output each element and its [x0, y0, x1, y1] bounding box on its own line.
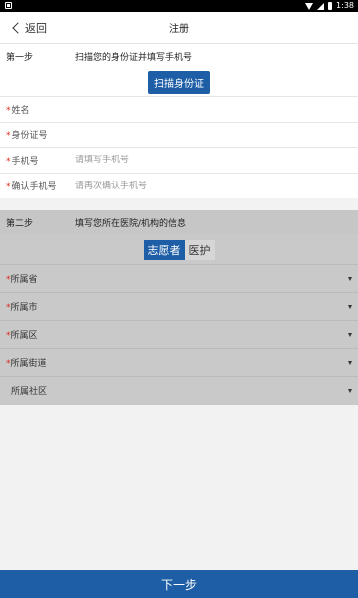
- name-input[interactable]: [75, 104, 358, 115]
- app-header: 返回 注册: [0, 12, 358, 44]
- dropdown-arrow-icon: [348, 305, 352, 309]
- status-time: 1:38: [336, 1, 354, 10]
- city-select[interactable]: *所属市: [0, 292, 358, 320]
- step2-description: 填写您所在医院/机构的信息: [75, 218, 187, 229]
- step2-section: 第二步 填写您所在医院/机构的信息 志愿者 医护 *所属省 *所属市 *所属区 …: [0, 210, 358, 405]
- district-label: *所属区: [0, 328, 38, 341]
- phone-row: *手机号: [0, 147, 358, 173]
- signal-icon: [317, 2, 325, 10]
- role-option-volunteer[interactable]: 志愿者: [143, 240, 185, 260]
- id-number-label-text: 身份证号: [11, 131, 48, 142]
- role-option-medical[interactable]: 医护: [184, 240, 215, 260]
- name-row: *姓名: [0, 96, 358, 122]
- name-label-text: 姓名: [11, 105, 30, 116]
- step2-header: 第二步 填写您所在医院/机构的信息: [0, 210, 358, 234]
- step1-label: 第一步: [6, 52, 34, 63]
- role-toggle: 志愿者 医护: [0, 240, 358, 260]
- confirm-phone-label: *确认手机号: [0, 179, 75, 192]
- dropdown-arrow-icon: [348, 277, 352, 281]
- next-step-button[interactable]: 下一步: [0, 570, 358, 598]
- district-select[interactable]: *所属区: [0, 320, 358, 348]
- confirm-phone-row: *确认手机号: [0, 172, 358, 199]
- phone-label: *手机号: [0, 154, 75, 167]
- section-divider: [0, 202, 358, 210]
- district-label-text: 所属区: [10, 331, 38, 341]
- step1-description: 扫描您的身份证并填写手机号: [75, 52, 193, 63]
- province-label: *所属省: [0, 272, 38, 285]
- phone-input[interactable]: [75, 155, 358, 166]
- community-label: 所属社区: [0, 384, 47, 397]
- phone-label-text: 手机号: [11, 156, 39, 167]
- confirm-phone-input[interactable]: [75, 180, 358, 191]
- id-number-label: *身份证号: [0, 128, 75, 141]
- required-mark: *: [6, 105, 11, 116]
- id-number-input[interactable]: [75, 129, 358, 140]
- dropdown-arrow-icon: [348, 361, 352, 365]
- status-bar: 1:38: [0, 0, 358, 12]
- id-number-row: *身份证号: [0, 121, 358, 148]
- step1-header: 第一步 扫描您的身份证并填写手机号: [0, 44, 358, 68]
- province-select[interactable]: *所属省: [0, 264, 358, 292]
- province-label-text: 所属省: [10, 275, 38, 285]
- confirm-phone-label-text: 确认手机号: [11, 182, 57, 193]
- page-title: 注册: [169, 24, 189, 35]
- step1-section: 第一步 扫描您的身份证并填写手机号 扫描身份证 *姓名 *身份证号 *手机号 *…: [0, 44, 358, 198]
- community-select[interactable]: 所属社区: [0, 376, 358, 404]
- scan-id-card-button[interactable]: 扫描身份证: [148, 70, 210, 94]
- required-mark: *: [6, 182, 11, 193]
- name-label: *姓名: [0, 103, 75, 116]
- scan-wrap: 扫描身份证: [0, 68, 358, 96]
- required-mark: *: [6, 131, 11, 142]
- dropdown-arrow-icon: [348, 389, 352, 393]
- required-mark: *: [6, 156, 11, 167]
- city-label: *所属市: [0, 300, 38, 313]
- city-label-text: 所属市: [10, 303, 38, 313]
- step2-label: 第二步: [6, 218, 34, 229]
- street-select[interactable]: *所属街道: [0, 348, 358, 376]
- app-notification-icon: [5, 2, 12, 9]
- street-label-text: 所属街道: [10, 359, 47, 369]
- dropdown-arrow-icon: [348, 333, 352, 337]
- street-label: *所属街道: [0, 356, 47, 369]
- community-label-text: 所属社区: [11, 387, 48, 397]
- wifi-icon: [305, 2, 314, 10]
- battery-icon: [328, 2, 333, 10]
